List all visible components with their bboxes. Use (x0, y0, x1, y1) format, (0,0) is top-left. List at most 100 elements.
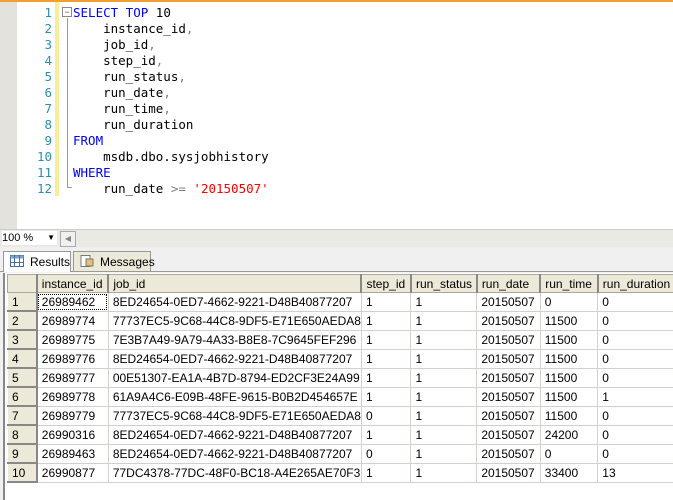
grid-cell[interactable]: 20150507 (476, 405, 541, 426)
column-header[interactable]: run_time (539, 274, 599, 293)
column-header[interactable]: run_status (410, 274, 478, 293)
column-header[interactable]: run_duration (597, 274, 673, 293)
grid-cell[interactable]: 1 (410, 462, 478, 483)
grid-cell[interactable]: 11500 (539, 310, 599, 331)
grid-cell[interactable]: 1 (410, 348, 478, 369)
grid-cell[interactable]: 1 (360, 329, 412, 350)
messages-icon (80, 255, 94, 267)
grid-cell[interactable]: 1 (360, 292, 412, 312)
grid-cell[interactable]: 0 (597, 348, 673, 369)
grid-cell[interactable]: 26989778 (36, 386, 109, 407)
corner-cell[interactable] (6, 274, 38, 293)
grid-cell[interactable]: 26989776 (36, 348, 109, 369)
tab-messages[interactable]: Messages (73, 251, 155, 271)
zoom-select[interactable]: 100 % ▼ (2, 231, 57, 245)
code-text: run_time, (73, 101, 171, 117)
grid-cell[interactable]: 1 (410, 424, 478, 445)
row-header[interactable]: 5 (6, 367, 38, 388)
grid-cell[interactable]: 1 (410, 367, 478, 388)
column-header[interactable]: job_id (107, 274, 363, 293)
results-grid[interactable]: instance_id job_id step_id run_status run_da… (3, 273, 673, 500)
grid-cell[interactable]: 26989462 (36, 292, 109, 312)
grid-cell[interactable]: 26989774 (36, 310, 109, 331)
grid-cell[interactable]: 1 (410, 292, 478, 312)
grid-cell[interactable]: 1 (597, 386, 673, 407)
grid-cell[interactable]: 20150507 (476, 462, 541, 483)
row-header[interactable]: 10 (6, 462, 38, 483)
grid-cell[interactable]: 20150507 (476, 443, 541, 464)
column-header[interactable]: run_date (476, 274, 542, 293)
grid-cell[interactable]: 8ED24654-0ED7-4662-9221-D48B40877207 (107, 348, 362, 369)
grid-cell[interactable]: 8ED24654-0ED7-4662-9221-D48B40877207 (107, 443, 362, 464)
row-header[interactable]: 3 (6, 329, 38, 350)
grid-cell[interactable]: 20150507 (476, 310, 541, 331)
grid-cell[interactable]: 8ED24654-0ED7-4662-9221-D48B40877207 (107, 424, 362, 445)
grid-cell[interactable]: 13 (597, 462, 673, 483)
grid-cell[interactable]: 1 (410, 329, 478, 350)
grid-cell[interactable]: 61A9A4C6-E09B-48FE-9615-B0B2D454657E (107, 386, 362, 407)
grid-cell[interactable]: 20150507 (476, 386, 541, 407)
grid-cell[interactable]: 7E3B7A49-9A79-4A33-B8E8-7C9645FEF296 (107, 329, 362, 350)
code-token: msdb.dbo.sysjobhistory (73, 149, 269, 164)
grid-cell[interactable]: 20150507 (476, 292, 541, 312)
grid-cell[interactable]: 26989463 (36, 443, 109, 464)
grid-cell[interactable]: 1 (360, 386, 412, 407)
grid-cell[interactable]: 0 (539, 292, 599, 312)
grid-cell[interactable]: 1 (360, 367, 412, 388)
tab-results[interactable]: Results (3, 251, 71, 272)
grid-cell[interactable]: 1 (410, 310, 478, 331)
grid-cell[interactable]: 8ED24654-0ED7-4662-9221-D48B40877207 (107, 292, 362, 312)
grid-cell[interactable]: 20150507 (476, 367, 541, 388)
grid-cell[interactable]: 1 (410, 386, 478, 407)
row-header[interactable]: 2 (6, 310, 38, 331)
grid-cell[interactable]: 26990316 (36, 424, 109, 445)
code-token: , (185, 21, 194, 36)
row-header[interactable]: 8 (6, 424, 38, 445)
grid-cell[interactable]: 11500 (539, 386, 599, 407)
grid-cell[interactable]: 11500 (539, 405, 599, 426)
grid-cell[interactable]: 20150507 (476, 348, 541, 369)
grid-cell[interactable]: 0 (597, 329, 673, 350)
grid-cell[interactable]: 26990877 (36, 462, 109, 483)
row-header[interactable]: 6 (6, 386, 38, 407)
grid-cell[interactable]: 77737EC5-9C68-44C8-9DF5-E71E650AEDA8 (107, 405, 362, 426)
grid-cell[interactable]: 0 (360, 405, 412, 426)
grid-cell[interactable]: 24200 (539, 424, 599, 445)
grid-cell[interactable]: 1 (410, 443, 478, 464)
grid-cell[interactable]: 0 (597, 292, 673, 312)
row-header[interactable]: 9 (6, 443, 38, 464)
grid-cell[interactable]: 1 (360, 310, 412, 331)
grid-cell[interactable]: 0 (597, 443, 673, 464)
grid-cell[interactable]: 1 (360, 348, 412, 369)
grid-cell[interactable]: 11500 (539, 367, 599, 388)
grid-cell[interactable]: 26989775 (36, 329, 109, 350)
column-header[interactable]: instance_id (36, 274, 110, 293)
grid-cell[interactable]: 0 (597, 424, 673, 445)
grid-cell[interactable]: 20150507 (476, 424, 541, 445)
grid-cell[interactable]: 00E51307-EA1A-4B7D-8794-ED2CF3E24A99 (107, 367, 362, 388)
grid-cell[interactable]: 1 (410, 405, 478, 426)
grid-cell[interactable]: 0 (597, 405, 673, 426)
grid-cell[interactable]: 0 (597, 367, 673, 388)
grid-cell[interactable]: 26989779 (36, 405, 109, 426)
column-header[interactable]: step_id (360, 274, 412, 293)
grid-cell[interactable]: 20150507 (476, 329, 541, 350)
grid-cell[interactable]: 0 (597, 310, 673, 331)
grid-cell[interactable]: 11500 (539, 329, 599, 350)
grid-cell[interactable]: 0 (360, 443, 412, 464)
grid-cell[interactable]: 33400 (539, 462, 599, 483)
grid-cell[interactable]: 1 (360, 424, 412, 445)
grid-cell[interactable]: 1 (360, 462, 412, 483)
row-header[interactable]: 4 (6, 348, 38, 369)
grid-cell[interactable]: 77DC4378-77DC-48F0-BC18-A4E265AE70F3 (107, 462, 362, 483)
grid-cell[interactable]: 26989777 (36, 367, 109, 388)
scroll-left-button[interactable]: ◀ (60, 231, 76, 247)
sql-editor[interactable]: − 1 SELECT TOP 10 2 instance_id, 3 job_id, 4… (0, 0, 673, 231)
grid-cell[interactable]: 11500 (539, 348, 599, 369)
collapse-icon[interactable]: − (62, 7, 72, 17)
grid-icon (10, 255, 24, 267)
row-header[interactable]: 1 (6, 292, 38, 312)
grid-cell[interactable]: 0 (539, 443, 599, 464)
grid-cell[interactable]: 77737EC5-9C68-44C8-9DF5-E71E650AEDA8 (107, 310, 362, 331)
row-header[interactable]: 7 (6, 405, 38, 426)
